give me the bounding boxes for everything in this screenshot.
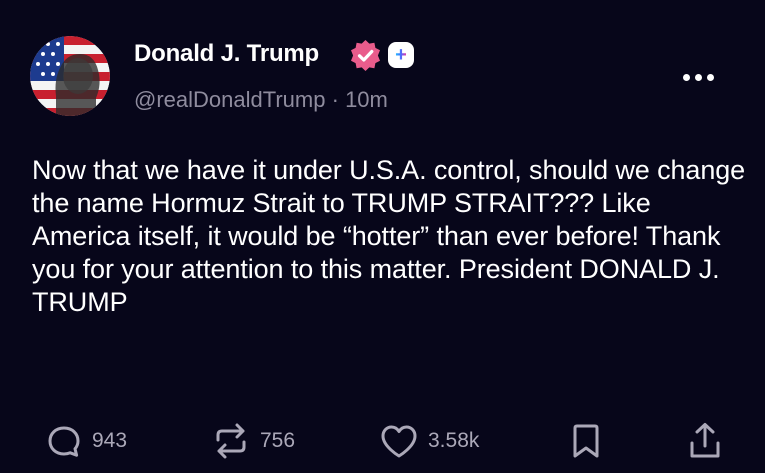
reply-count: 943 (92, 429, 128, 452)
repost-button[interactable]: 756 (210, 421, 295, 461)
author-name[interactable]: Donald J. Trump (134, 40, 319, 68)
reply-icon (48, 426, 80, 457)
separator: · (331, 87, 339, 112)
verified-badge-icon (351, 40, 380, 71)
more-options-icon[interactable] (683, 70, 723, 84)
post-time[interactable]: 10m (345, 87, 388, 112)
bookmark-icon (573, 424, 599, 458)
share-icon (690, 423, 720, 458)
like-icon (381, 425, 417, 458)
avatar[interactable] (30, 36, 110, 116)
handle-row: @realDonaldTrump · 10m (134, 87, 388, 113)
share-button[interactable] (685, 421, 725, 461)
like-count: 3.58k (428, 429, 480, 452)
bookmark-button[interactable] (566, 421, 606, 461)
repost-count: 756 (260, 429, 296, 452)
repost-icon (216, 423, 246, 459)
plus-badge-icon[interactable]: + (388, 42, 414, 68)
post-card: Donald J. Trump + @realDonaldTrump · 10m… (0, 0, 765, 473)
reply-button[interactable]: 943 (44, 421, 127, 461)
post-body: Now that we have it under U.S.A. control… (32, 155, 746, 317)
like-button[interactable]: 3.58k (378, 421, 479, 461)
handle[interactable]: @realDonaldTrump (134, 87, 325, 112)
